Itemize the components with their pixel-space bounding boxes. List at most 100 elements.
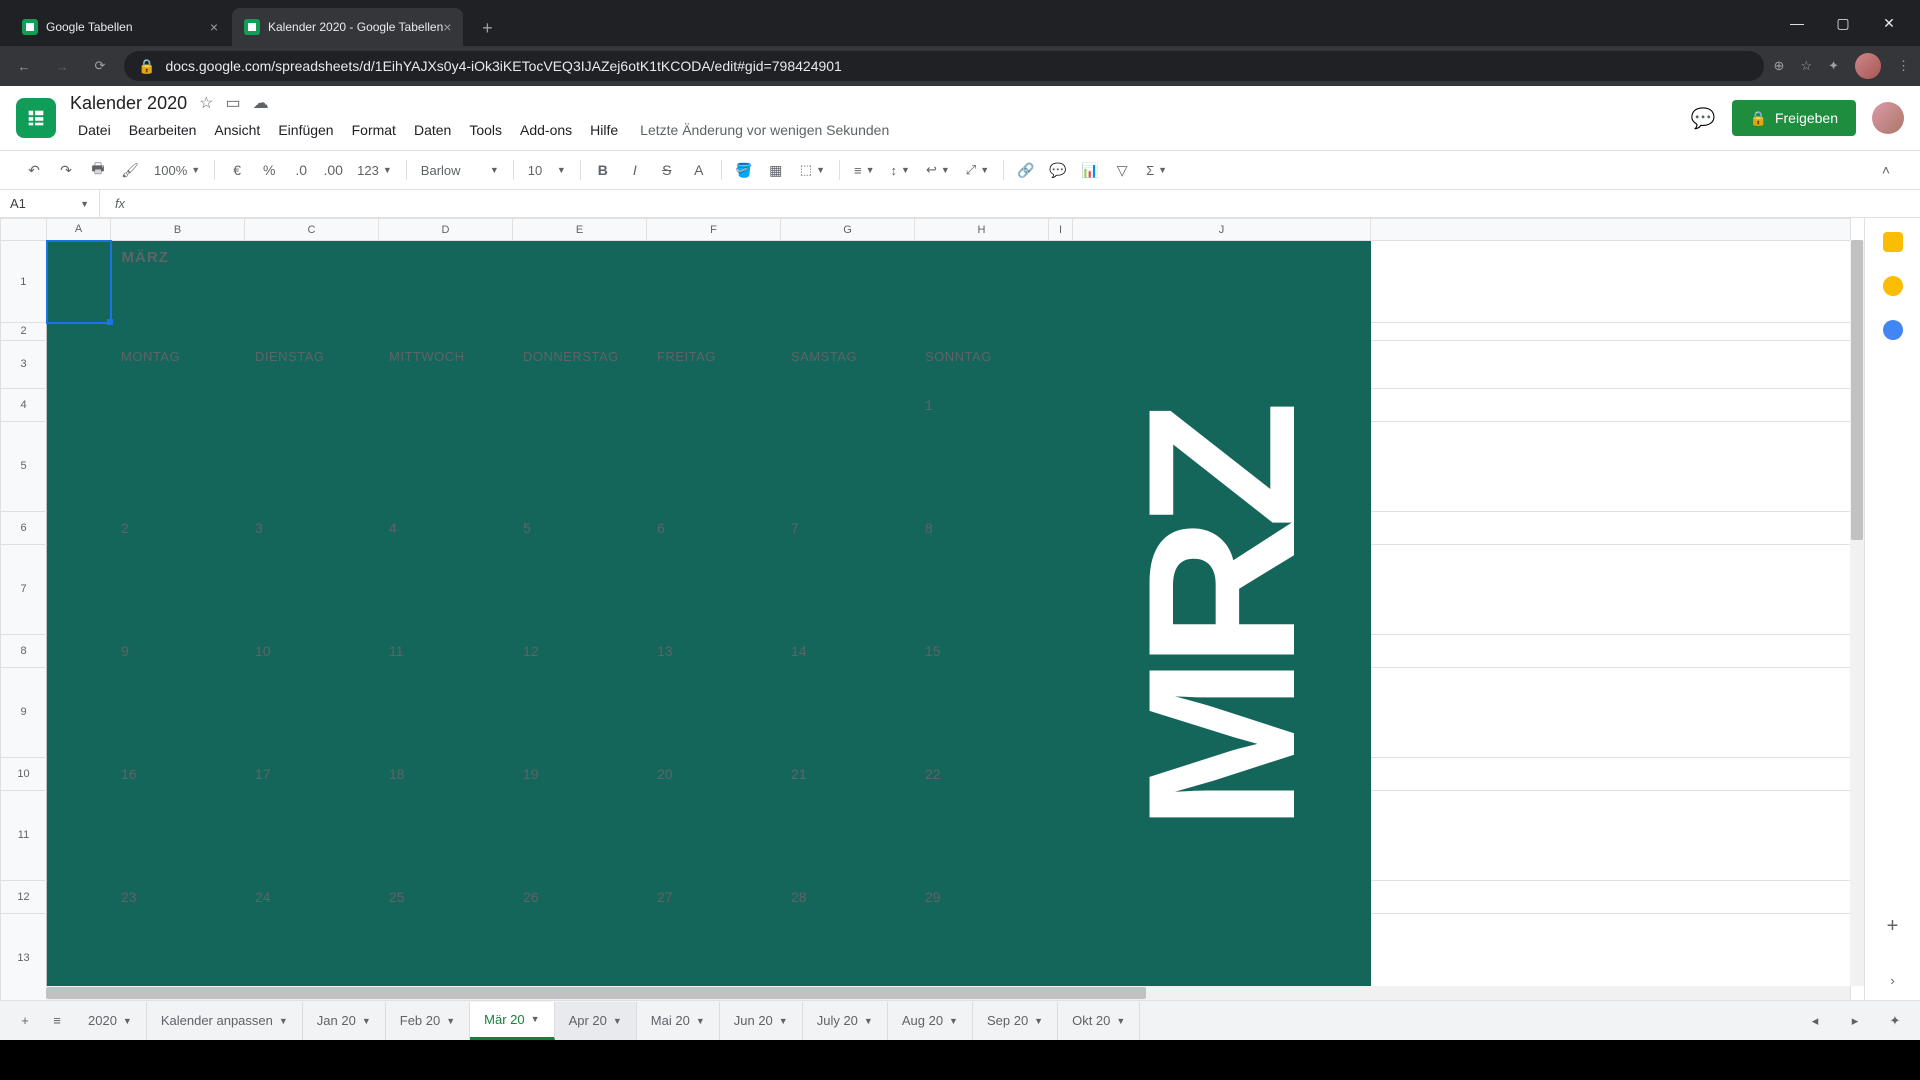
percent-button[interactable]: % [255, 156, 283, 184]
cell[interactable] [245, 388, 379, 421]
cell[interactable] [245, 323, 379, 341]
menu-format[interactable]: Format [344, 118, 404, 142]
cell[interactable] [1371, 790, 1851, 880]
share-button[interactable]: 🔒 Freigeben [1732, 100, 1856, 136]
menu-edit[interactable]: Bearbeiten [121, 118, 205, 142]
cell[interactable] [47, 388, 111, 421]
cell[interactable] [1049, 880, 1073, 913]
cell[interactable] [47, 421, 111, 511]
cell[interactable]: 16 [111, 757, 245, 790]
zoom-icon[interactable]: ⊕ [1774, 58, 1785, 74]
cell[interactable]: SAMSTAG [781, 340, 915, 388]
chevron-down-icon[interactable]: ▼ [613, 1016, 622, 1026]
cell[interactable]: 12 [513, 634, 647, 667]
undo-button[interactable]: ↶ [20, 156, 48, 184]
cell[interactable] [781, 667, 915, 757]
keep-icon-2[interactable] [1883, 276, 1903, 296]
cell[interactable]: 2 [111, 511, 245, 544]
column-header[interactable]: G [781, 219, 915, 241]
cell[interactable] [781, 388, 915, 421]
cell[interactable]: 9 [111, 634, 245, 667]
cell[interactable] [1049, 544, 1073, 634]
cell[interactable] [1049, 790, 1073, 880]
cell[interactable] [1371, 388, 1851, 421]
sheet-tab[interactable]: Feb 20▼ [386, 1002, 470, 1040]
sheet-tab[interactable]: Kalender anpassen▼ [147, 1002, 303, 1040]
filter-button[interactable]: ▽ [1108, 156, 1136, 184]
cell[interactable] [47, 667, 111, 757]
cell[interactable] [47, 544, 111, 634]
cell[interactable] [47, 634, 111, 667]
minimize-button[interactable]: — [1774, 7, 1820, 39]
menu-data[interactable]: Daten [406, 118, 459, 142]
sheet-tab[interactable]: Apr 20▼ [555, 1002, 637, 1040]
cell[interactable] [1371, 634, 1851, 667]
sheet-tab[interactable]: Jan 20▼ [303, 1002, 386, 1040]
browser-tab[interactable]: Google Tabellen × [10, 8, 230, 46]
collapse-toolbar-button[interactable]: ˄ [1872, 156, 1900, 184]
functions-button[interactable]: Σ▼ [1140, 163, 1173, 178]
close-tab-icon[interactable]: × [443, 19, 451, 35]
cell[interactable]: 18 [379, 757, 513, 790]
cell[interactable]: MÄRZ [111, 241, 245, 323]
cell[interactable]: 19 [513, 757, 647, 790]
star-doc-icon[interactable]: ☆ [199, 93, 213, 113]
cell[interactable] [1371, 421, 1851, 511]
column-header[interactable]: J [1073, 219, 1371, 241]
cell[interactable] [1371, 323, 1851, 341]
v-align-button[interactable]: ↕▼ [885, 163, 916, 178]
sheet-tab[interactable]: Okt 20▼ [1058, 1002, 1140, 1040]
add-panel-button[interactable]: + [1883, 916, 1903, 936]
cell[interactable]: 24 [245, 880, 379, 913]
cell[interactable] [245, 421, 379, 511]
link-button[interactable]: 🔗 [1012, 156, 1040, 184]
new-tab-button[interactable]: + [473, 14, 501, 42]
cell[interactable] [1371, 241, 1851, 323]
cell[interactable] [111, 544, 245, 634]
cell[interactable]: 3 [245, 511, 379, 544]
cell[interactable]: 4 [379, 511, 513, 544]
redo-button[interactable]: ↷ [52, 156, 80, 184]
cell[interactable]: DONNERSTAG [513, 340, 647, 388]
extensions-icon[interactable]: ✦ [1828, 58, 1839, 74]
cell[interactable] [379, 790, 513, 880]
cell[interactable] [47, 241, 111, 323]
cell[interactable]: 25 [379, 880, 513, 913]
row-header[interactable]: 12 [1, 880, 47, 913]
forward-button[interactable]: → [48, 52, 76, 80]
strike-button[interactable]: S [653, 156, 681, 184]
cell[interactable] [379, 241, 513, 323]
wrap-button[interactable]: ↩▼ [920, 162, 956, 178]
chart-button[interactable]: 📊 [1076, 156, 1104, 184]
menu-help[interactable]: Hilfe [582, 118, 626, 142]
column-header-rest[interactable] [1371, 219, 1851, 241]
print-button[interactable]: 🖶 [84, 156, 112, 184]
row-header[interactable]: 8 [1, 634, 47, 667]
horizontal-scrollbar[interactable] [46, 986, 1850, 1000]
cell[interactable]: FREITAG [647, 340, 781, 388]
row-header[interactable]: 3 [1, 340, 47, 388]
star-icon[interactable]: ☆ [1800, 58, 1812, 74]
move-doc-icon[interactable]: ▭ [225, 93, 240, 113]
chevron-down-icon[interactable]: ▼ [1116, 1016, 1125, 1026]
maximize-button[interactable]: ▢ [1820, 7, 1866, 39]
cell[interactable] [513, 667, 647, 757]
cell[interactable]: 20 [647, 757, 781, 790]
cell[interactable] [915, 667, 1049, 757]
menu-insert[interactable]: Einfügen [270, 118, 341, 142]
cell[interactable] [915, 790, 1049, 880]
comment-button[interactable]: 💬 [1044, 156, 1072, 184]
cell[interactable] [47, 340, 111, 388]
cell[interactable] [647, 544, 781, 634]
cell[interactable]: 28 [781, 880, 915, 913]
chevron-down-icon[interactable]: ▼ [696, 1016, 705, 1026]
last-edit-text[interactable]: Letzte Änderung vor wenigen Sekunden [640, 122, 889, 138]
sheet-tab[interactable]: Mai 20▼ [637, 1002, 720, 1040]
doc-title[interactable]: Kalender 2020 [70, 93, 187, 114]
menu-tools[interactable]: Tools [461, 118, 510, 142]
cell[interactable] [111, 388, 245, 421]
cell[interactable]: 8 [915, 511, 1049, 544]
borders-button[interactable]: ▦ [762, 156, 790, 184]
cell[interactable]: 29 [915, 880, 1049, 913]
fill-color-button[interactable]: 🪣 [730, 156, 758, 184]
